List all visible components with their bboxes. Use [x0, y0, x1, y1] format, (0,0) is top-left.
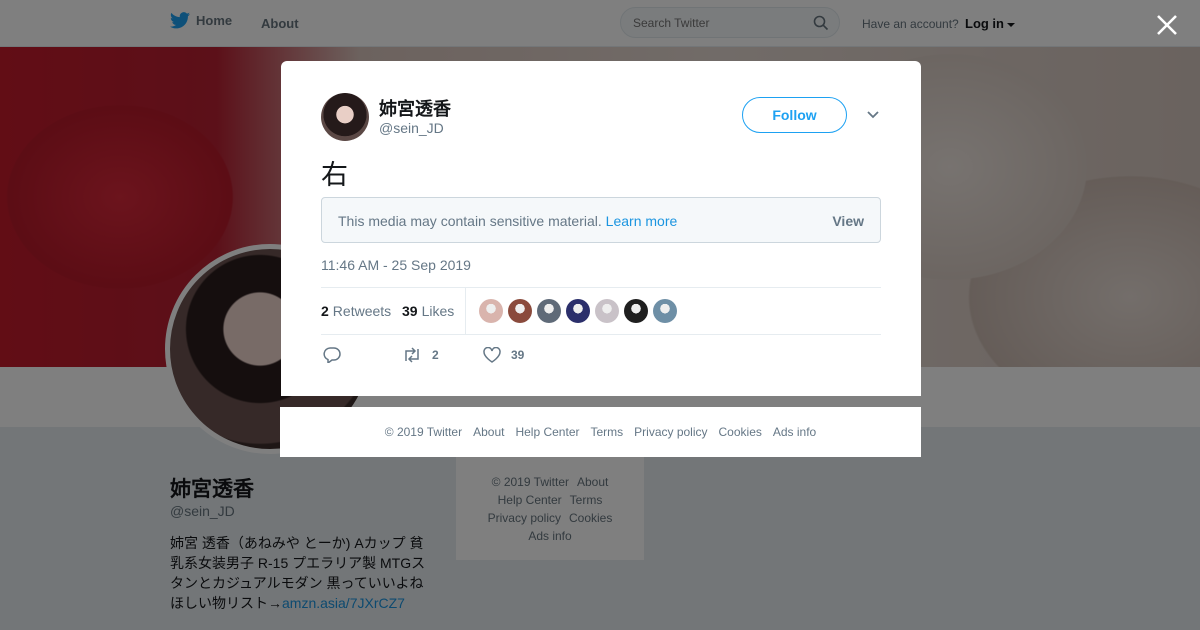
modal-footer-about-link[interactable]: About: [473, 425, 504, 439]
author-handle[interactable]: @sein_JD: [379, 120, 444, 136]
retweets-label: Retweets: [332, 303, 392, 319]
liker-avatar[interactable]: [508, 299, 532, 323]
liker-avatar[interactable]: [595, 299, 619, 323]
liker-avatar[interactable]: [537, 299, 561, 323]
tweet-actions: 2 39: [321, 347, 881, 367]
tweet-text: 右: [321, 160, 348, 190]
likes-stat[interactable]: 39 Likes: [402, 303, 454, 319]
modal-footer-copyright: © 2019 Twitter: [384, 425, 463, 439]
close-icon[interactable]: [1155, 13, 1179, 37]
reply-icon[interactable]: [323, 347, 341, 363]
author-name[interactable]: 姉宮透香: [379, 95, 451, 121]
liker-avatar[interactable]: [479, 299, 503, 323]
reply-action[interactable]: [323, 347, 351, 363]
modal-footer-cookies-link[interactable]: Cookies: [719, 425, 762, 439]
tweet-stats: 2 Retweets 39 Likes: [321, 287, 881, 335]
retweets-count: 2: [321, 303, 329, 319]
learn-more-link[interactable]: Learn more: [606, 213, 678, 229]
retweet-action[interactable]: 2: [402, 347, 439, 363]
heart-icon[interactable]: [483, 347, 501, 363]
author-avatar[interactable]: [321, 93, 369, 141]
like-action[interactable]: 39: [483, 347, 524, 363]
retweets-stat[interactable]: 2 Retweets: [321, 303, 391, 319]
modal-footer-ads-link[interactable]: Ads info: [773, 425, 816, 439]
likes-count: 39: [402, 303, 418, 319]
sensitive-media-notice: This media may contain sensitive materia…: [321, 197, 881, 243]
modal-footer-terms-link[interactable]: Terms: [590, 425, 623, 439]
stats-divider: [465, 288, 466, 334]
liker-avatars: [479, 299, 677, 323]
liker-avatar[interactable]: [624, 299, 648, 323]
liker-avatar[interactable]: [653, 299, 677, 323]
sensitive-notice-label: This media may contain sensitive materia…: [338, 213, 602, 229]
tweet-modal: 姉宮透香 @sein_JD Follow 右 This media may co…: [281, 61, 921, 396]
retweet-icon[interactable]: [402, 347, 422, 363]
chevron-down-icon[interactable]: [866, 110, 880, 120]
like-count: 39: [511, 348, 525, 362]
modal-footer: © 2019 Twitter About Help Center Terms P…: [280, 407, 921, 457]
likes-label: Likes: [421, 303, 455, 319]
view-media-button[interactable]: View: [832, 213, 864, 229]
follow-button[interactable]: Follow: [742, 97, 847, 133]
modal-footer-help-link[interactable]: Help Center: [515, 425, 579, 439]
modal-footer-privacy-link[interactable]: Privacy policy: [634, 425, 707, 439]
liker-avatar[interactable]: [566, 299, 590, 323]
retweet-count: 2: [432, 348, 439, 362]
tweet-timestamp[interactable]: 11:46 AM - 25 Sep 2019: [321, 257, 471, 273]
sensitive-notice-text: This media may contain sensitive materia…: [338, 213, 677, 229]
